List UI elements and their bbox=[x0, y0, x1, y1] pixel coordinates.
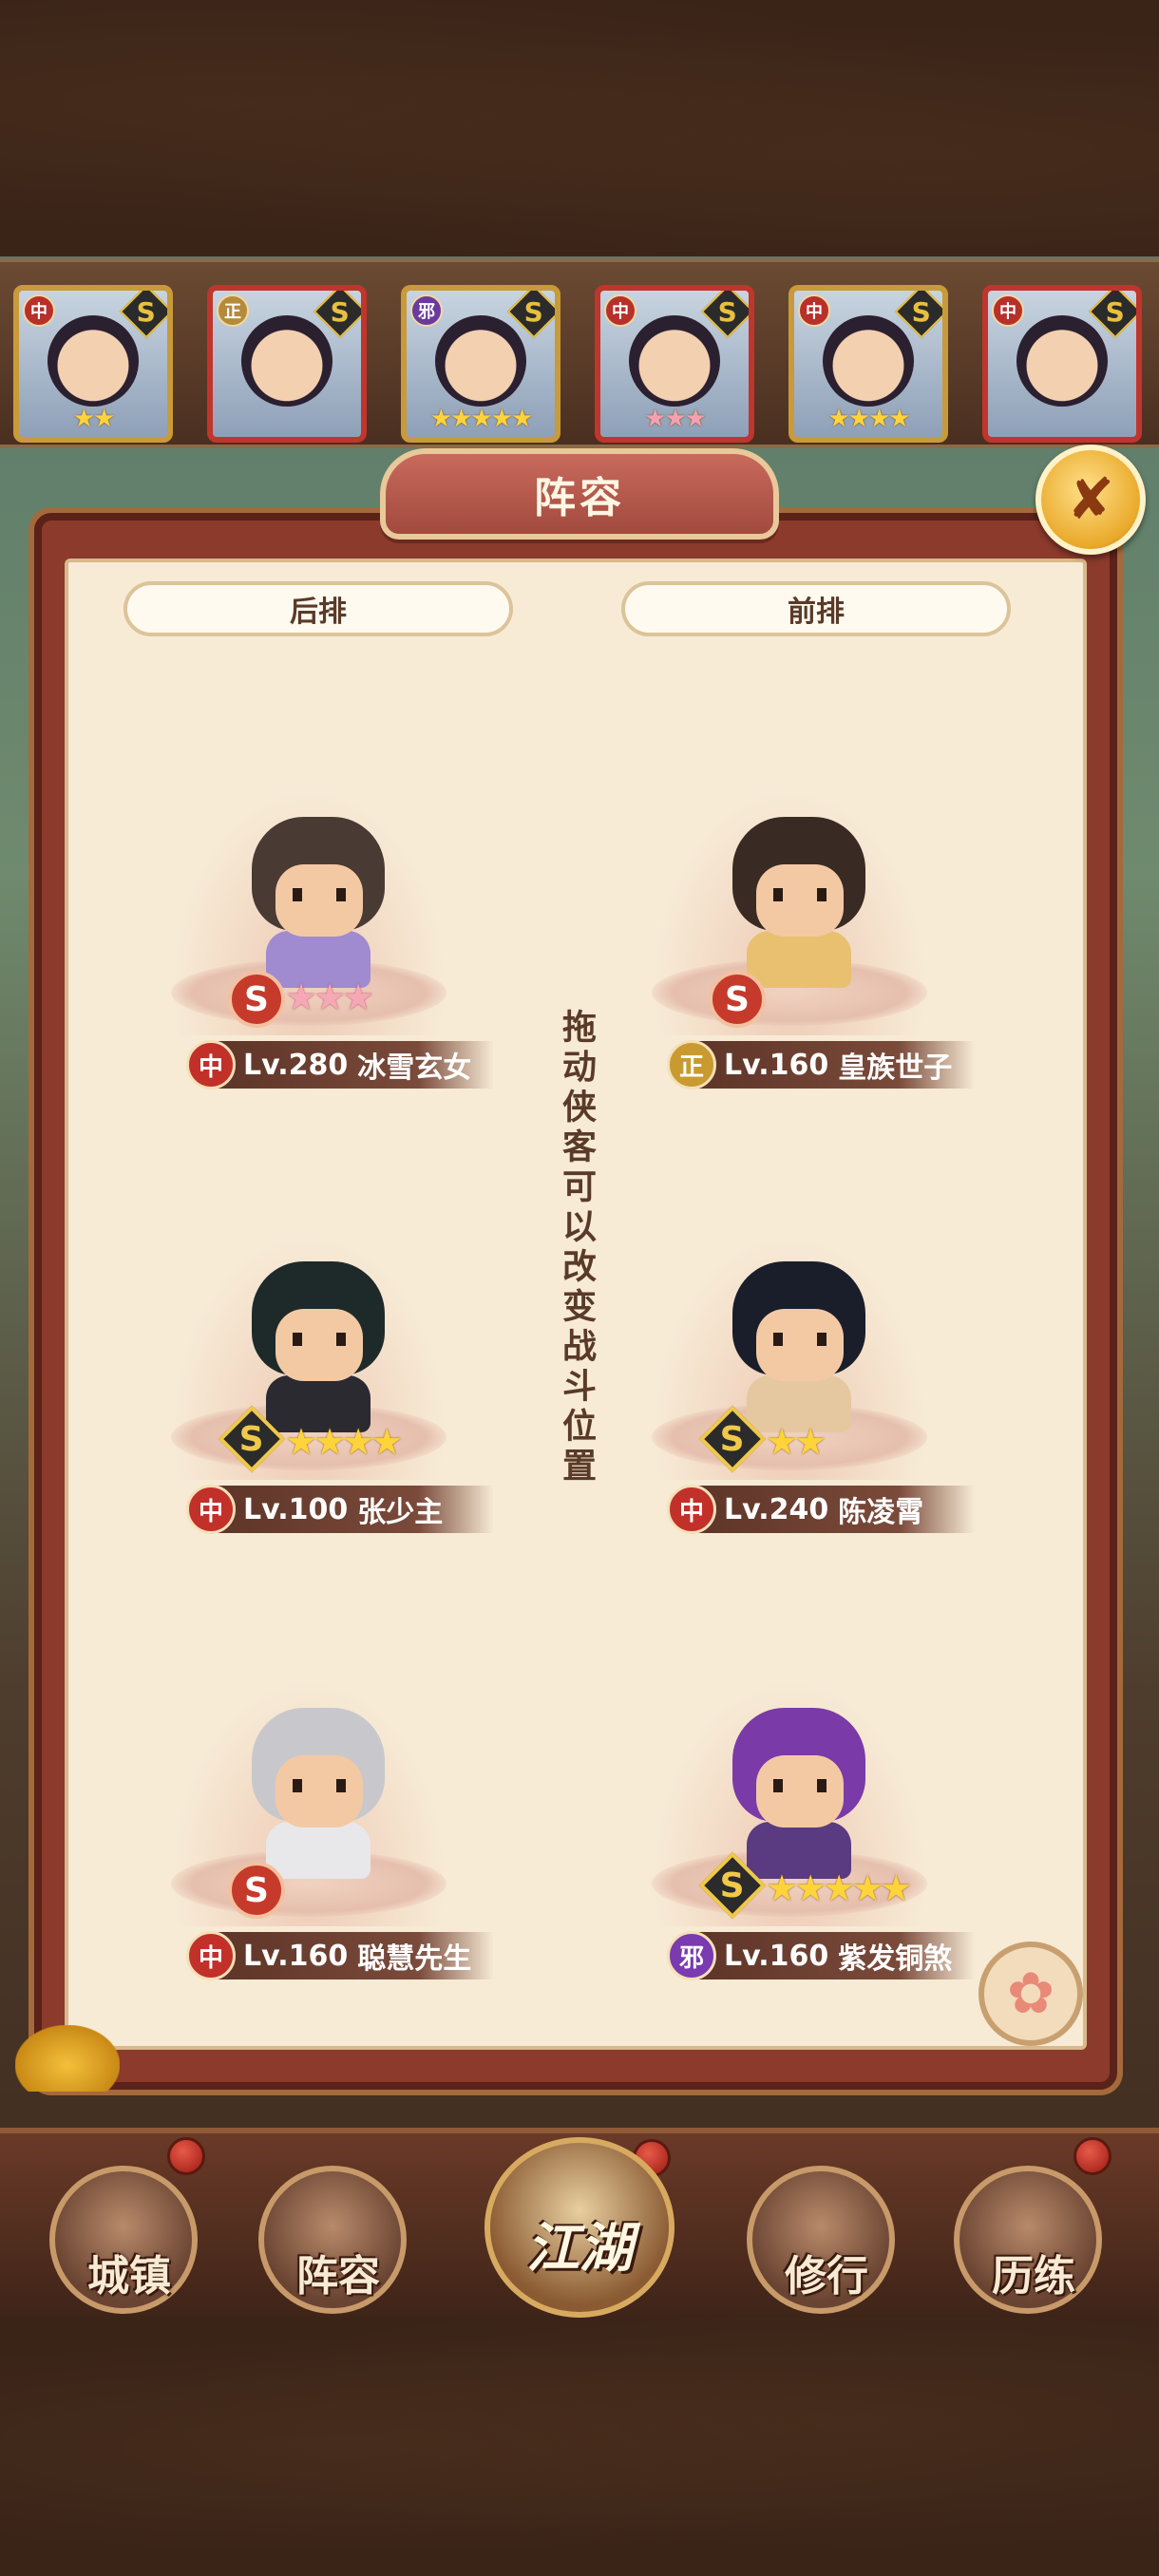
hero-nameplate: 中 Lv.280 冰雪玄女 bbox=[186, 1040, 494, 1089]
hero-level: Lv.160 bbox=[243, 1939, 349, 1973]
faction-badge: 中 bbox=[186, 1485, 236, 1534]
hero-name: 陈凌霄 bbox=[838, 1496, 924, 1529]
star-rating: ★★ bbox=[766, 1421, 826, 1463]
faction-badge: 中 bbox=[186, 1040, 236, 1089]
hero-name: 冰雪玄女 bbox=[357, 1051, 472, 1085]
front-row-slot[interactable]: S 正 Lv.160 皇族世子 bbox=[614, 750, 975, 1092]
hero-eyes bbox=[773, 888, 826, 901]
star-rating: ★★★ bbox=[285, 976, 374, 1018]
faction-badge: 中 bbox=[992, 294, 1024, 327]
faction-badge: 中 bbox=[186, 1931, 236, 1980]
grade-s-icon: S bbox=[228, 971, 285, 1028]
hero-eyes bbox=[773, 1333, 826, 1346]
hero-portrait bbox=[48, 315, 139, 407]
roster-hero-card[interactable]: 正S bbox=[207, 285, 367, 443]
red-orb-icon bbox=[1074, 2137, 1112, 2175]
star-rating: ★★★★ bbox=[827, 405, 910, 433]
nav-training-label: 修行 bbox=[785, 2252, 868, 2301]
faction-badge: 中 bbox=[667, 1485, 716, 1534]
faction-badge: 邪 bbox=[410, 294, 443, 327]
faction-badge: 正 bbox=[667, 1040, 716, 1089]
hero-level: Lv.160 bbox=[724, 1939, 829, 1973]
grade-s-icon: S bbox=[709, 971, 766, 1028]
hero-portrait bbox=[823, 315, 914, 407]
nav-training[interactable]: 修行 bbox=[747, 2166, 895, 2314]
hero-name: 聪慧先生 bbox=[357, 1942, 472, 1976]
star-rating: ★★★★ bbox=[285, 1421, 403, 1463]
hero-body bbox=[266, 1822, 370, 1879]
drag-hint: 拖动侠客可以改变战斗位置 bbox=[557, 1009, 596, 1487]
flower-icon: ✿ bbox=[1006, 1960, 1055, 2027]
close-icon: ✘ bbox=[1066, 466, 1115, 533]
hero-portrait bbox=[629, 315, 720, 407]
hero-nameplate: 中 Lv.160 聪慧先生 bbox=[186, 1931, 494, 1980]
hero-nameplate: 中 Lv.240 陈凌霄 bbox=[667, 1485, 975, 1534]
hero-portrait bbox=[1016, 315, 1108, 407]
cloud-ornament-icon bbox=[15, 2025, 120, 2092]
roster-hero-card[interactable]: 中 S ★★★★ bbox=[788, 285, 948, 443]
front-row-slot[interactable]: S ★★ 中 Lv.240 陈凌霄 bbox=[614, 1195, 975, 1537]
nav-lineup-label: 阵容 bbox=[296, 2252, 380, 2301]
nav-lineup[interactable]: 阵容 bbox=[258, 2166, 407, 2314]
nav-town-label: 城镇 bbox=[87, 2252, 171, 2301]
roster-hero-card[interactable]: 邪 S ★★★★★ bbox=[401, 285, 560, 443]
hero-eyes bbox=[293, 1779, 346, 1792]
red-orb-icon bbox=[167, 2137, 205, 2175]
back-row-label: 后排 bbox=[124, 581, 513, 636]
star-rating: ★★ bbox=[72, 405, 116, 433]
front-row-slot[interactable]: S ★★★★★ 邪 Lv.160 紫发铜煞 bbox=[614, 1641, 975, 1983]
hero-nameplate: 正 Lv.160 皇族世子 bbox=[667, 1040, 975, 1089]
nav-trials[interactable]: 历练 bbox=[954, 2166, 1102, 2314]
hero-level: Lv.240 bbox=[724, 1492, 829, 1526]
hero-eyes bbox=[293, 1333, 346, 1346]
back-row-slot[interactable]: S ★★★★ 中 Lv.100 张少主 bbox=[133, 1195, 494, 1537]
bottom-background bbox=[0, 2318, 1159, 2576]
hero-name: 紫发铜煞 bbox=[838, 1942, 953, 1976]
hero-eyes bbox=[773, 1779, 826, 1792]
hero-character[interactable] bbox=[238, 1233, 399, 1432]
top-background bbox=[0, 0, 1159, 256]
hero-nameplate: 中 Lv.100 张少主 bbox=[186, 1485, 494, 1534]
star-rating: ★★★★★ bbox=[766, 1867, 912, 1909]
nav-jianghu-label: 江湖 bbox=[526, 2218, 633, 2280]
back-row-slot[interactable]: S 中 Lv.160 聪慧先生 bbox=[133, 1641, 494, 1983]
roster-hero-card[interactable]: 中S bbox=[982, 285, 1142, 443]
hero-character[interactable] bbox=[238, 1679, 399, 1879]
hero-nameplate: 邪 Lv.160 紫发铜煞 bbox=[667, 1931, 975, 1980]
nav-trials-label: 历练 bbox=[992, 2252, 1075, 2301]
faction-badge: 中 bbox=[604, 294, 636, 327]
roster-hero-card[interactable]: 中 S ★★ bbox=[13, 285, 173, 443]
formation-button[interactable]: ✿ bbox=[978, 1941, 1083, 2046]
faction-badge: 中 bbox=[798, 294, 830, 327]
faction-badge: 邪 bbox=[667, 1931, 716, 1980]
hero-eyes bbox=[293, 888, 346, 901]
hero-name: 张少主 bbox=[357, 1496, 444, 1529]
faction-badge: 正 bbox=[217, 294, 249, 327]
hero-character[interactable] bbox=[718, 788, 880, 988]
hero-portrait bbox=[241, 315, 332, 407]
hero-name: 皇族世子 bbox=[838, 1051, 953, 1085]
hero-portrait bbox=[435, 315, 526, 407]
back-row-slot[interactable]: S ★★★ 中 Lv.280 冰雪玄女 bbox=[133, 750, 494, 1092]
hero-level: Lv.160 bbox=[724, 1048, 829, 1082]
star-rating: ★★★ bbox=[644, 405, 707, 433]
hero-character[interactable] bbox=[718, 1679, 880, 1879]
dialog-title: 阵容 bbox=[380, 448, 779, 540]
hero-roster-strip: 中 S ★★ 正 S 邪 S ★★★★★ 中 S ★★★ 中 S ★★★★ 中 S bbox=[0, 258, 1159, 448]
nav-jianghu[interactable]: 江湖 bbox=[484, 2137, 674, 2318]
grade-s-icon: S bbox=[228, 1862, 285, 1919]
front-row-label: 前排 bbox=[621, 581, 1011, 636]
star-rating: ★★★★★ bbox=[429, 405, 534, 433]
hero-character[interactable] bbox=[718, 1233, 880, 1432]
faction-badge: 中 bbox=[23, 294, 55, 327]
hero-level: Lv.280 bbox=[243, 1048, 349, 1082]
hero-body bbox=[747, 931, 851, 988]
roster-hero-card[interactable]: 中 S ★★★ bbox=[595, 285, 754, 443]
hero-level: Lv.100 bbox=[243, 1492, 349, 1526]
close-button[interactable]: ✘ bbox=[1036, 445, 1146, 555]
nav-town[interactable]: 城镇 bbox=[49, 2166, 198, 2314]
hero-character[interactable] bbox=[238, 788, 399, 988]
